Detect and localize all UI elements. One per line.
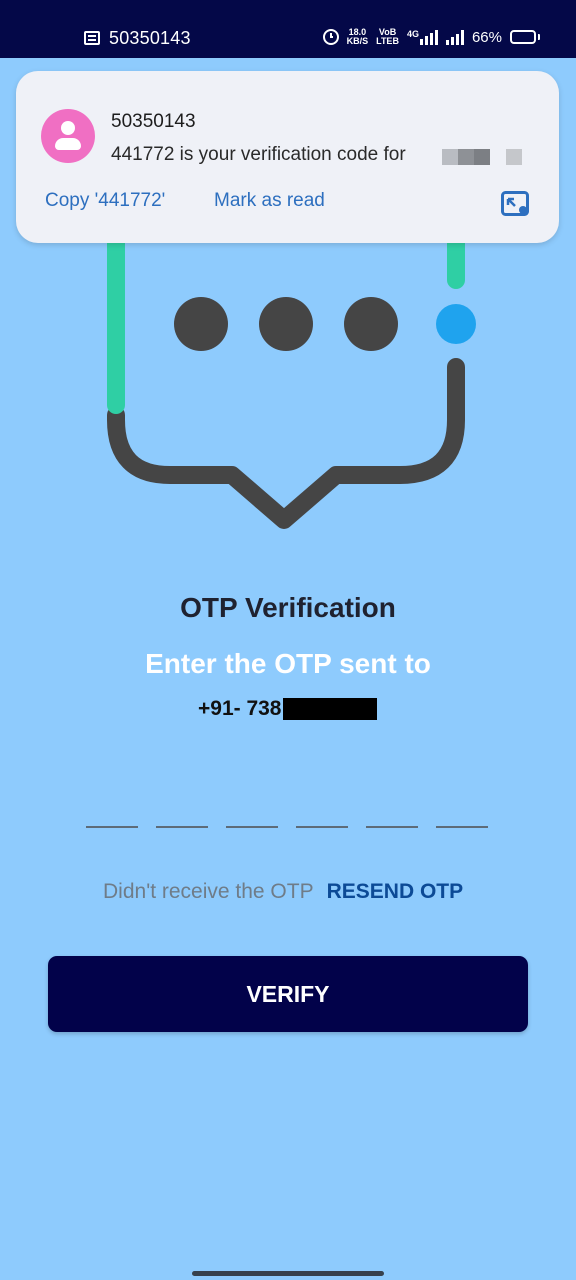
- bubble-dot-1: [174, 297, 228, 351]
- bubble-dot-blue: [436, 304, 476, 344]
- page-title: OTP Verification: [180, 592, 396, 623]
- bubble-outline: [107, 358, 465, 529]
- notification-sender: 50350143: [111, 111, 196, 132]
- expand-icon[interactable]: [501, 191, 529, 217]
- otp-digit-3[interactable]: [226, 826, 278, 828]
- redacted-text: [442, 149, 522, 165]
- home-indicator[interactable]: [192, 1271, 384, 1276]
- phone-number: +91- 738: [198, 697, 377, 721]
- phone-number-redaction: [282, 698, 377, 720]
- otp-digit-4[interactable]: [296, 826, 348, 828]
- otp-digit-5[interactable]: [366, 826, 418, 828]
- otp-digit-6[interactable]: [436, 826, 488, 828]
- notification-body: 441772 is your verification code for: [111, 144, 406, 165]
- otp-digit-2[interactable]: [156, 826, 208, 828]
- resend-otp-link[interactable]: RESEND OTP: [327, 880, 464, 903]
- page-subtitle: Enter the OTP sent to: [145, 648, 431, 679]
- copy-code-button[interactable]: Copy '441772': [45, 190, 165, 212]
- verify-button[interactable]: VERIFY: [48, 956, 528, 1032]
- otp-digit-1[interactable]: [86, 826, 138, 828]
- sms-notification[interactable]: 50350143 441772 is your verification cod…: [16, 71, 559, 243]
- avatar-icon: [41, 109, 95, 163]
- bubble-dot-2: [259, 297, 313, 351]
- otp-input-group[interactable]: [86, 826, 488, 828]
- mark-as-read-button[interactable]: Mark as read: [214, 190, 325, 212]
- bubble-dot-3: [344, 297, 398, 351]
- resend-question: Didn't receive the OTP: [103, 880, 314, 903]
- phone-number-visible: +91- 738: [198, 697, 282, 720]
- resend-row: Didn't receive the OTP RESEND OTP: [103, 880, 463, 904]
